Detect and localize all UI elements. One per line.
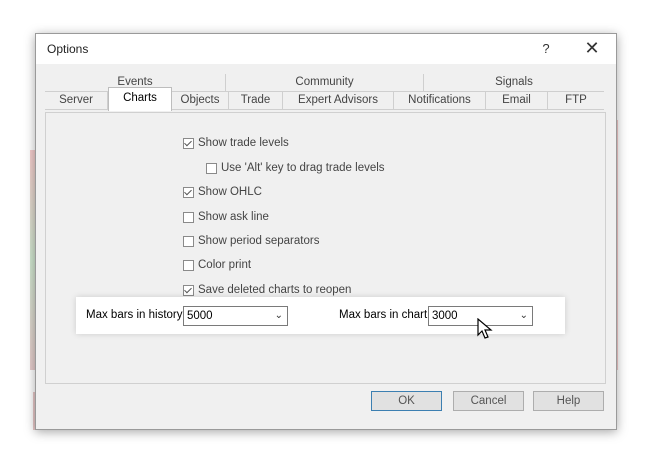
max-bars-history-select[interactable]: 5000 ⌄ [183, 306, 288, 326]
max-bars-chart-label: Max bars in chart: [339, 309, 431, 321]
max-bars-history-value: 5000 [187, 310, 213, 322]
option-show-ohlc[interactable]: Show OHLC [183, 186, 262, 198]
checkbox-alt-drag[interactable] [206, 162, 217, 174]
max-bars-chart-value: 3000 [432, 310, 458, 322]
options-dialog: Options ? ✕ Events Community Signals Ser… [35, 33, 617, 430]
tab-community[interactable]: Community [226, 74, 424, 91]
option-label: Show ask line [198, 211, 269, 223]
option-show-trade-levels[interactable]: Show trade levels [183, 137, 289, 149]
checkbox-show-ohlc[interactable] [183, 186, 194, 198]
tab-signals[interactable]: Signals [424, 74, 604, 91]
checkbox-color-print[interactable] [183, 259, 194, 271]
tab-server[interactable]: Server [45, 92, 108, 109]
chevron-down-icon: ⌄ [274, 310, 283, 321]
tab-charts[interactable]: Charts [108, 87, 172, 111]
option-show-ask-line[interactable]: Show ask line [183, 211, 269, 223]
tabs-bottom-row: Server Charts Objects Trade Expert Advis… [45, 87, 604, 111]
checkbox-show-trade-levels[interactable] [183, 137, 194, 149]
checkbox-save-deleted-charts[interactable] [183, 284, 194, 296]
option-label: Color print [198, 259, 252, 271]
tab-ftp[interactable]: FTP [548, 92, 604, 109]
option-label: Save deleted charts to reopen [198, 284, 352, 296]
option-label: Use 'Alt' key to drag trade levels [221, 162, 385, 174]
charts-panel [45, 112, 606, 384]
tab-trade[interactable]: Trade [229, 92, 283, 109]
checkbox-period-separators[interactable] [183, 235, 194, 247]
tab-notifications[interactable]: Notifications [394, 92, 486, 109]
chevron-down-icon: ⌄ [519, 310, 528, 321]
ok-button[interactable]: OK [371, 391, 442, 411]
tab-objects[interactable]: Objects [172, 92, 229, 109]
option-color-print[interactable]: Color print [183, 259, 251, 271]
help-button[interactable]: Help [533, 391, 604, 411]
option-label: Show period separators [198, 235, 320, 247]
option-label: Show trade levels [198, 137, 289, 149]
tab-expert-advisors[interactable]: Expert Advisors [283, 92, 394, 109]
option-label: Show OHLC [198, 186, 262, 198]
cancel-button[interactable]: Cancel [453, 391, 524, 411]
dialog-title: Options [47, 42, 89, 56]
option-period-separators[interactable]: Show period separators [183, 235, 319, 247]
tab-email[interactable]: Email [486, 92, 548, 109]
close-icon[interactable]: ✕ [582, 38, 602, 59]
max-bars-history-label: Max bars in history: [86, 309, 186, 321]
help-question-icon[interactable]: ? [536, 41, 556, 56]
option-save-deleted-charts[interactable]: Save deleted charts to reopen [183, 284, 351, 296]
mouse-cursor-icon [477, 318, 493, 339]
option-alt-drag[interactable]: Use 'Alt' key to drag trade levels [206, 162, 385, 174]
title-bar: Options ? ✕ [36, 34, 616, 64]
checkbox-show-ask-line[interactable] [183, 211, 194, 223]
